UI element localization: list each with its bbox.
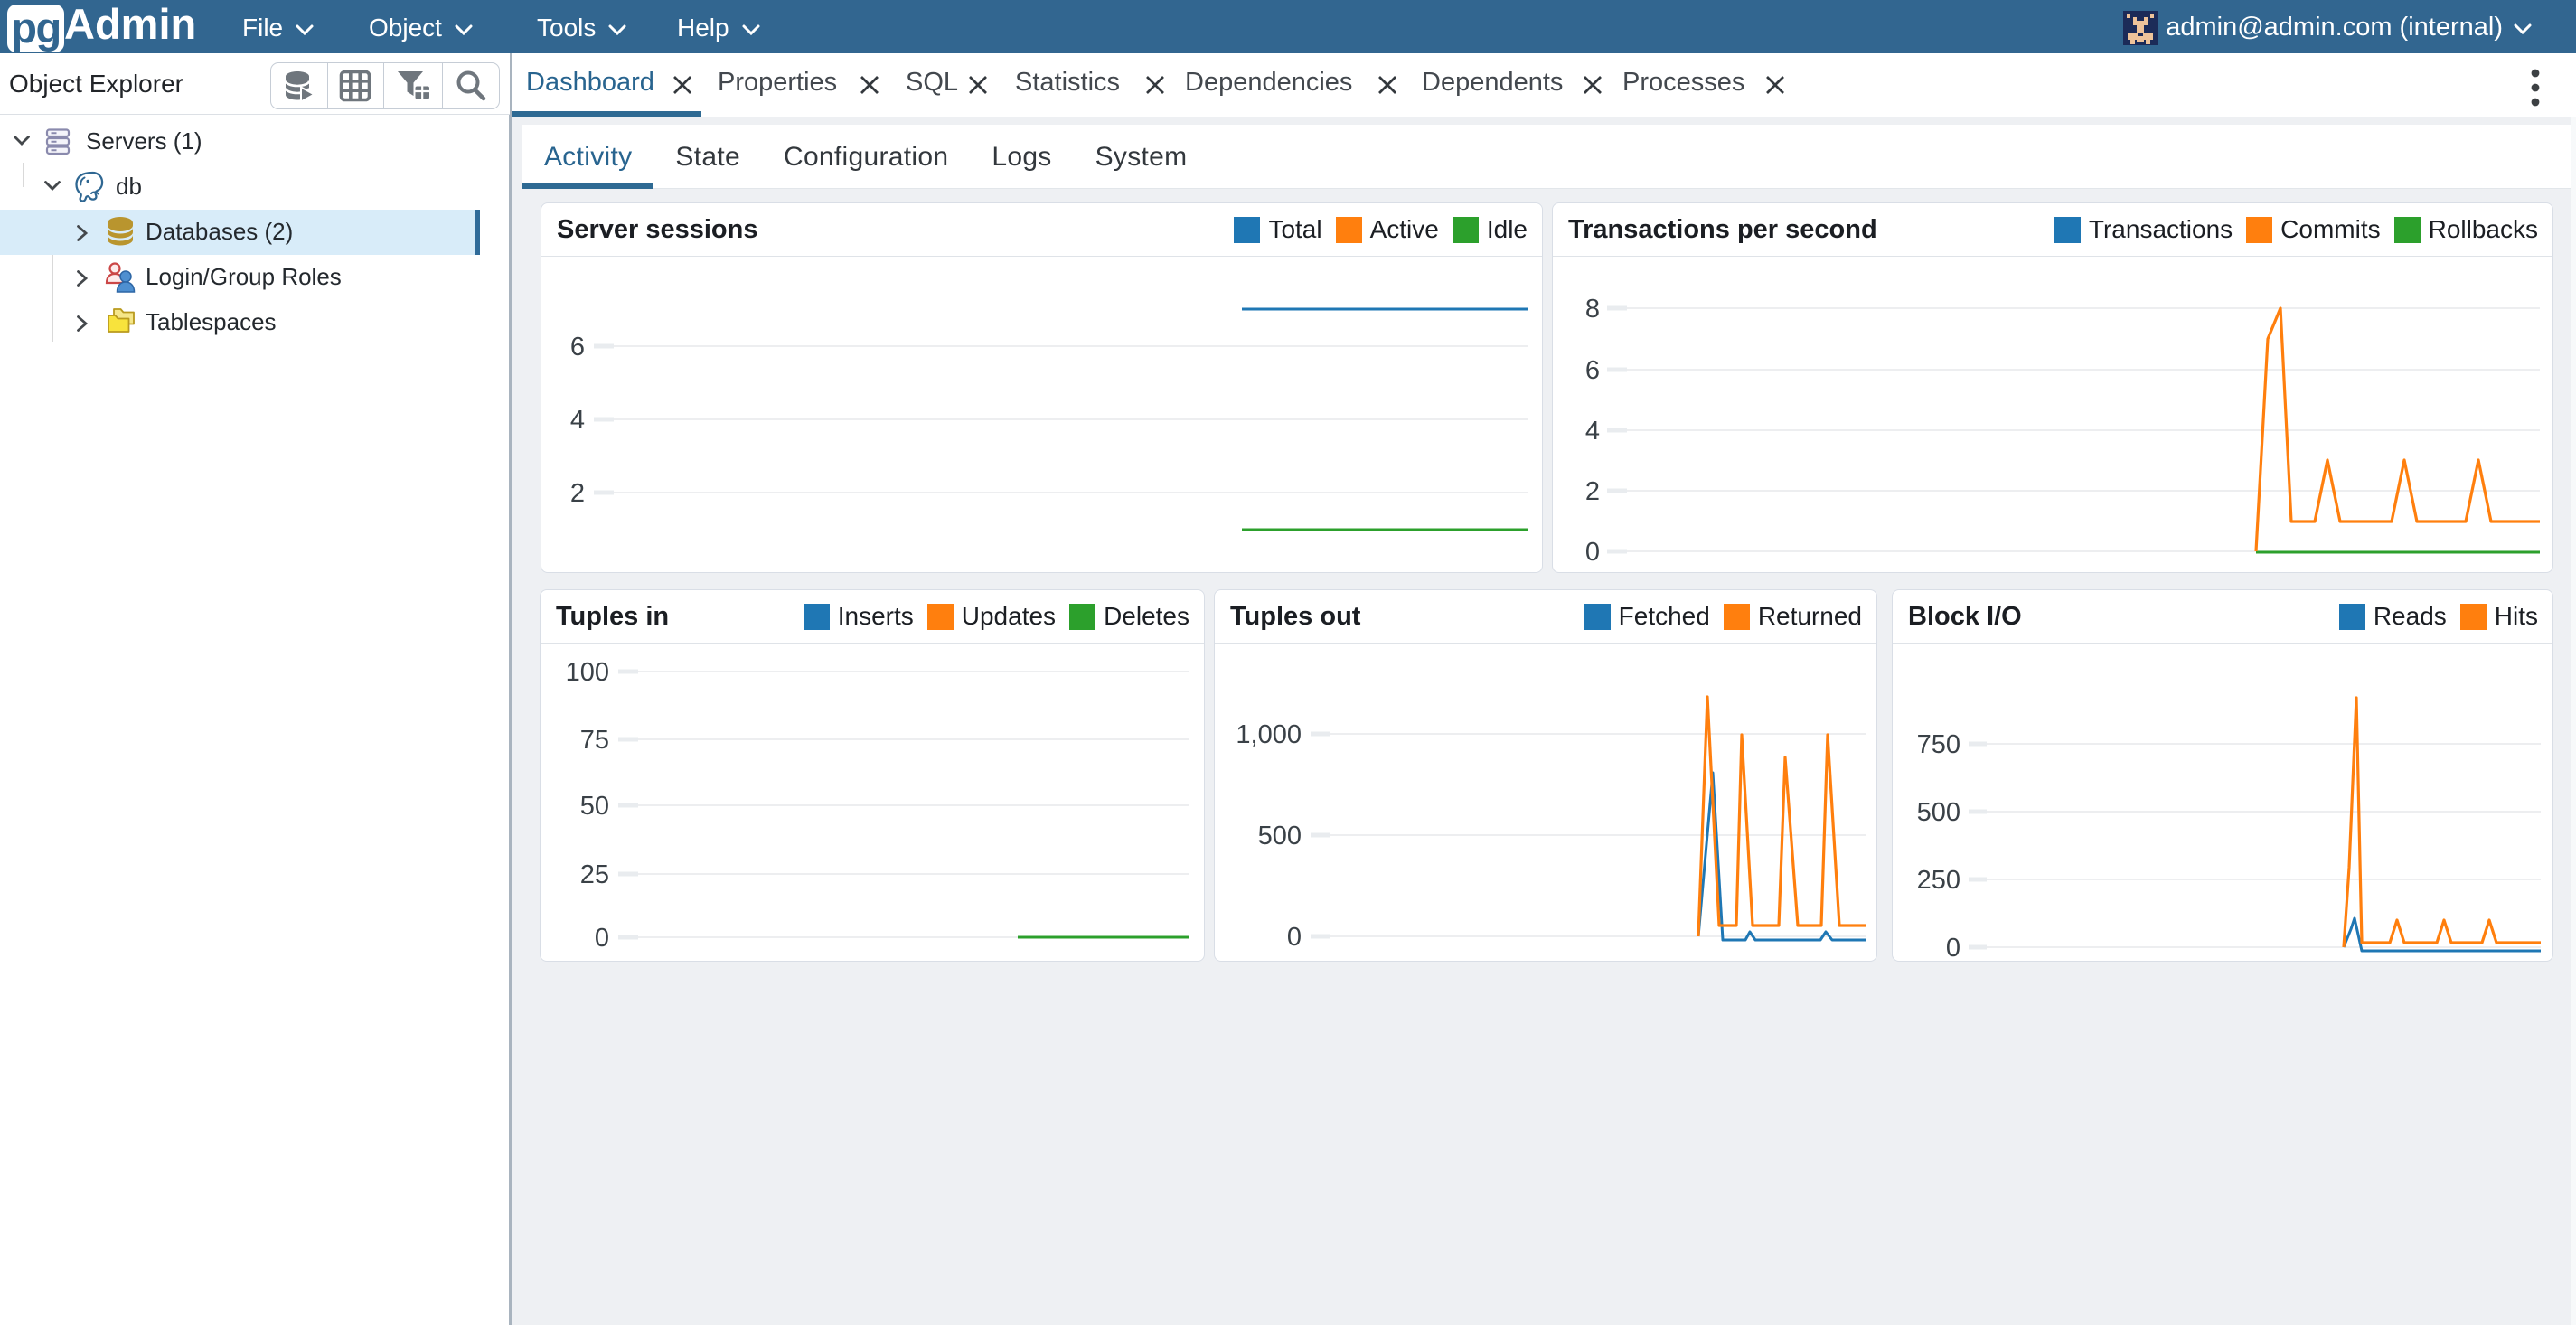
svg-text:8: 8 — [1585, 295, 1600, 324]
svg-text:0: 0 — [1946, 934, 1960, 961]
svg-text:25: 25 — [580, 860, 609, 889]
svg-text:750: 750 — [1917, 730, 1960, 759]
svg-text:6: 6 — [1585, 356, 1600, 385]
svg-text:100: 100 — [566, 658, 609, 687]
svg-text:6: 6 — [570, 333, 585, 362]
svg-text:0: 0 — [1287, 923, 1302, 952]
svg-text:2: 2 — [570, 479, 585, 508]
svg-text:1,000: 1,000 — [1236, 720, 1302, 749]
svg-text:0: 0 — [595, 924, 609, 953]
svg-text:500: 500 — [1258, 822, 1302, 850]
svg-text:500: 500 — [1917, 798, 1960, 827]
svg-text:0: 0 — [1585, 538, 1600, 567]
svg-text:50: 50 — [580, 792, 609, 821]
svg-text:2: 2 — [1585, 477, 1600, 506]
svg-text:4: 4 — [1585, 417, 1600, 446]
svg-text:75: 75 — [580, 726, 609, 755]
svg-text:250: 250 — [1917, 866, 1960, 895]
svg-text:4: 4 — [570, 406, 585, 435]
